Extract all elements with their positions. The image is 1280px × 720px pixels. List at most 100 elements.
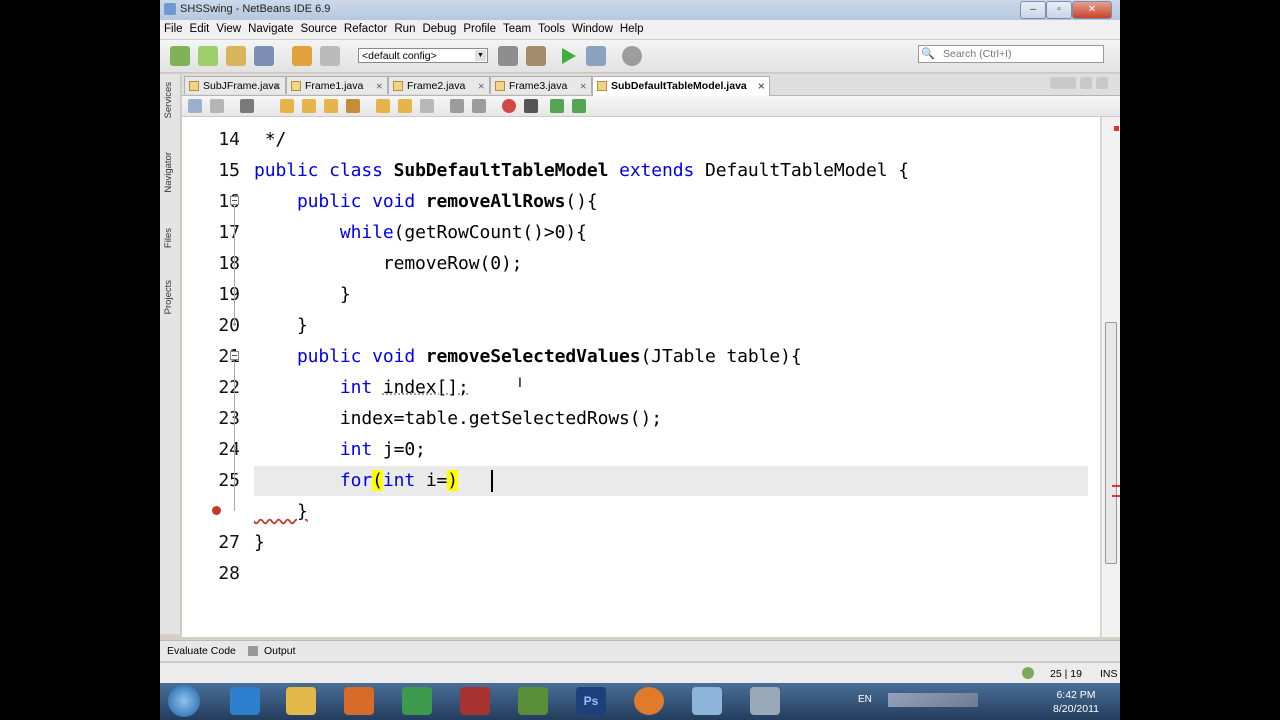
output-tab[interactable]: Output bbox=[264, 645, 296, 657]
quicktime-icon[interactable] bbox=[518, 687, 548, 715]
fold-toggle-icon[interactable] bbox=[230, 351, 239, 360]
app-icon[interactable] bbox=[750, 687, 780, 715]
menu-run[interactable]: Run bbox=[390, 20, 418, 35]
menu-navigate[interactable]: Navigate bbox=[244, 20, 296, 35]
new-file-icon[interactable] bbox=[170, 46, 190, 66]
close-tab-icon[interactable]: ⨯ bbox=[273, 77, 281, 95]
shift-right-icon[interactable] bbox=[472, 99, 486, 113]
uncomment-icon[interactable] bbox=[572, 99, 586, 113]
stop-macro-icon[interactable] bbox=[524, 99, 538, 113]
code-text: (JTable table){ bbox=[640, 346, 802, 367]
menu-bar: File Edit View Navigate Source Refactor Run Deb… bbox=[160, 20, 1120, 40]
tab-list-icon[interactable] bbox=[1080, 77, 1092, 89]
find-selection-icon[interactable] bbox=[280, 99, 294, 113]
comment-icon[interactable] bbox=[550, 99, 564, 113]
debug-icon[interactable] bbox=[586, 46, 606, 66]
fold-toggle-icon[interactable] bbox=[230, 196, 239, 205]
clock[interactable]: 6:42 PM 8/20/2011 bbox=[1042, 688, 1110, 716]
configuration-select[interactable]: <default config> ▼ bbox=[358, 48, 488, 63]
menu-source[interactable]: Source bbox=[296, 20, 339, 35]
error-mark[interactable] bbox=[1112, 495, 1120, 497]
file-explorer-icon[interactable] bbox=[286, 687, 316, 715]
find-next-icon[interactable] bbox=[324, 99, 338, 113]
windows-taskbar: Ps EN 6:42 PM 8/20/2011 bbox=[160, 683, 1120, 720]
close-tab-icon[interactable]: ⨯ bbox=[757, 77, 765, 95]
book-app-icon[interactable] bbox=[460, 687, 490, 715]
search-input[interactable] bbox=[943, 47, 1093, 60]
new-project-icon[interactable] bbox=[198, 46, 218, 66]
gc-icon[interactable] bbox=[1022, 667, 1034, 679]
source-view-icon[interactable] bbox=[188, 99, 202, 113]
minimize-button[interactable]: – bbox=[1020, 1, 1046, 19]
start-macro-icon[interactable] bbox=[502, 99, 516, 113]
tab-frame2[interactable]: Frame2.java ⨯ bbox=[388, 76, 490, 94]
editor-scrollbar[interactable] bbox=[1101, 117, 1120, 637]
close-tab-icon[interactable]: ⨯ bbox=[477, 77, 485, 95]
toggle-highlight-icon[interactable] bbox=[346, 99, 360, 113]
firefox-icon[interactable] bbox=[634, 687, 664, 715]
language-indicator[interactable]: EN bbox=[858, 694, 872, 705]
media-player-icon[interactable] bbox=[344, 687, 374, 715]
find-previous-icon[interactable] bbox=[302, 99, 316, 113]
last-edit-icon[interactable] bbox=[240, 99, 254, 113]
evaluate-code-tab[interactable]: Evaluate Code bbox=[167, 645, 236, 657]
undo-icon[interactable] bbox=[292, 46, 312, 66]
profile-icon[interactable] bbox=[622, 46, 642, 66]
history-icon[interactable] bbox=[210, 99, 224, 113]
photoshop-icon[interactable]: Ps bbox=[576, 687, 606, 715]
start-button[interactable] bbox=[168, 685, 200, 717]
build-icon[interactable] bbox=[498, 46, 518, 66]
menu-help[interactable]: Help bbox=[616, 20, 647, 35]
scrollbar-thumb[interactable] bbox=[1105, 322, 1117, 564]
netbeans-taskbar-icon[interactable] bbox=[692, 687, 722, 715]
internet-explorer-icon[interactable] bbox=[230, 687, 260, 715]
error-icon[interactable] bbox=[212, 506, 221, 515]
app-icon[interactable] bbox=[402, 687, 432, 715]
navigator-panel-tab[interactable]: Navigator bbox=[163, 152, 174, 193]
previous-bookmark-icon[interactable] bbox=[376, 99, 390, 113]
tab-subjframe[interactable]: SubJFrame.java ⨯ bbox=[184, 76, 286, 94]
menu-view[interactable]: View bbox=[212, 20, 244, 35]
menu-debug[interactable]: Debug bbox=[418, 20, 459, 35]
tab-scroll-icon[interactable] bbox=[1050, 77, 1076, 89]
run-icon[interactable] bbox=[562, 48, 576, 64]
open-project-icon[interactable] bbox=[226, 46, 246, 66]
menu-window[interactable]: Window bbox=[568, 20, 616, 35]
maximize-button[interactable]: ▫ bbox=[1046, 1, 1072, 19]
code-line-14: */ bbox=[254, 129, 287, 150]
search-box[interactable]: 🔍 bbox=[918, 45, 1104, 63]
menu-edit[interactable]: Edit bbox=[186, 20, 213, 35]
code-text: (getRowCount()>0){ bbox=[393, 222, 587, 243]
clean-build-icon[interactable] bbox=[526, 46, 546, 66]
shift-left-icon[interactable] bbox=[450, 99, 464, 113]
close-button[interactable]: ✕ bbox=[1072, 1, 1112, 19]
tab-subdefaulttablemodel[interactable]: SubDefaultTableModel.java ⨯ bbox=[592, 76, 770, 96]
method-name: removeSelectedValues bbox=[425, 346, 641, 367]
keyword-text: int bbox=[382, 470, 416, 491]
close-tab-icon[interactable]: ⨯ bbox=[579, 77, 587, 95]
tab-frame1[interactable]: Frame1.java ⨯ bbox=[286, 76, 388, 94]
close-tab-icon[interactable]: ⨯ bbox=[375, 77, 383, 95]
menu-refactor[interactable]: Refactor bbox=[340, 20, 390, 35]
projects-panel-tab[interactable]: Projects bbox=[163, 280, 174, 314]
menu-file[interactable]: File bbox=[160, 20, 186, 35]
menu-team[interactable]: Team bbox=[499, 20, 534, 35]
tab-frame3[interactable]: Frame3.java ⨯ bbox=[490, 76, 592, 94]
menu-profile[interactable]: Profile bbox=[459, 20, 499, 35]
code-area[interactable]: */ public class SubDefaultTableModel ext… bbox=[254, 117, 1094, 637]
error-mark[interactable] bbox=[1112, 485, 1120, 487]
caret-position: 25 | 19 bbox=[1050, 668, 1082, 680]
error-stripe-icon[interactable] bbox=[1114, 126, 1119, 131]
next-bookmark-icon[interactable] bbox=[398, 99, 412, 113]
keyword-text: public void bbox=[254, 346, 426, 367]
maximize-editor-icon[interactable] bbox=[1096, 77, 1108, 89]
files-panel-tab[interactable]: Files bbox=[163, 228, 174, 248]
code-line-19: } bbox=[254, 284, 351, 305]
toggle-bookmark-icon[interactable] bbox=[420, 99, 434, 113]
services-panel-tab[interactable]: Services bbox=[163, 82, 174, 118]
save-all-icon[interactable] bbox=[254, 46, 274, 66]
code-editor[interactable]: 14 15 16 17 18 19 20 21 22 23 24 25 27 2… bbox=[182, 117, 1100, 637]
menu-tools[interactable]: Tools bbox=[534, 20, 568, 35]
tray-icons[interactable] bbox=[888, 693, 978, 707]
redo-icon[interactable] bbox=[320, 46, 340, 66]
